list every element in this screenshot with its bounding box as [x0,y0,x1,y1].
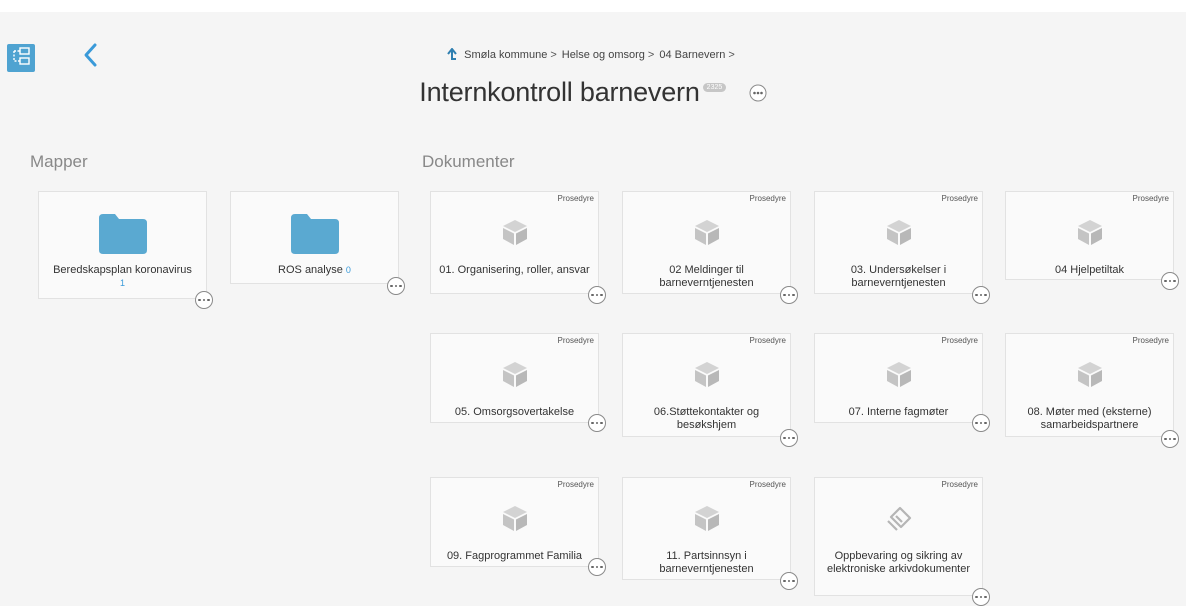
breadcrumb-item[interactable]: Smøla kommune [464,49,547,61]
document-options-button[interactable] [588,286,606,304]
documents-heading: Dokumenter [422,152,515,171]
folder-icon [39,214,206,259]
more-options-icon [749,84,767,106]
document-card[interactable]: Prosedyre 07. Interne fagmøter [814,333,990,432]
box-icon [1006,360,1173,393]
breadcrumb-separator-icon: > [550,49,557,62]
folder-card[interactable]: ROS analyse 0 [230,191,405,295]
arrow-up-icon[interactable] [446,47,458,63]
document-type-label: Prosedyre [749,480,786,489]
folder-name: ROS analyse [278,264,343,276]
document-type-label: Prosedyre [557,194,594,203]
document-title: 05. Omsorgsovertakelse [454,406,575,418]
document-options-button[interactable] [972,414,990,432]
document-title: 03. Undersøkelser i barneverntjenesten [850,264,947,289]
document-id-badge: 2325 [702,83,727,92]
document-card[interactable]: Prosedyre 05. Omsorgsovertakelse [430,333,606,432]
document-options-button[interactable] [780,286,798,304]
box-icon [623,504,790,537]
document-title: 07. Interne fagmøter [848,406,949,418]
breadcrumb-item[interactable]: 04 Barnevern [659,49,725,61]
document-card[interactable]: Prosedyre 01. Organisering, roller, ansv… [430,191,606,304]
document-title: Oppbevaring og sikring av elektroniske a… [826,550,971,575]
document-title: 02 Meldinger til barneverntjenesten [659,264,754,289]
document-type-label: Prosedyre [1132,336,1169,345]
document-type-label: Prosedyre [941,336,978,345]
document-options-button[interactable] [588,558,606,576]
document-options-button[interactable] [972,286,990,304]
document-type-label: Prosedyre [1132,194,1169,203]
archive-icon [815,504,982,539]
folder-count: 0 [345,265,351,275]
document-type-label: Prosedyre [941,480,978,489]
breadcrumb-separator-icon: > [647,49,655,62]
box-icon [815,218,982,251]
box-icon [431,360,598,393]
box-icon [815,360,982,393]
document-options-button[interactable] [588,414,606,432]
folders-heading: Mapper [30,152,88,171]
folder-icon [231,214,398,259]
folder-card[interactable]: Beredskapsplan koronavirus 1 [38,191,213,309]
document-card[interactable]: Prosedyre 08. Møter med (eksterne) samar… [1005,333,1179,448]
folder-name: Beredskapsplan koronavirus [53,264,192,276]
box-icon [431,218,598,251]
document-options-button[interactable] [780,429,798,447]
breadcrumb: Smøla kommune > Helse og omsorg >04 Barneve… [0,47,1186,63]
document-card[interactable]: Prosedyre 03. Undersøkelser i barnevernt… [814,191,990,304]
document-options-button[interactable] [1161,430,1179,448]
document-options-button[interactable] [972,588,990,606]
document-options-button[interactable] [780,572,798,590]
document-type-label: Prosedyre [749,194,786,203]
document-options-button[interactable] [1161,272,1179,290]
page-header: Internkontroll barnevern 2325 [0,77,1186,108]
document-title: 11. Partsinnsyn i barneverntjenesten [659,550,754,575]
document-type-label: Prosedyre [557,480,594,489]
folder-options-button[interactable] [387,277,405,295]
document-title: 01. Organisering, roller, ansvar [439,264,590,276]
breadcrumb-item[interactable]: Helse og omsorg [562,49,645,61]
document-type-label: Prosedyre [749,336,786,345]
box-icon [623,218,790,251]
document-type-label: Prosedyre [941,194,978,203]
document-title: 06.Støttekontakter og besøkshjem [653,406,760,431]
box-icon [623,360,790,393]
document-title: 08. Møter med (eksterne) samarbeidspartn… [1027,406,1152,431]
box-icon [431,504,598,537]
folder-count: 1 [119,278,125,288]
document-card[interactable]: Prosedyre 09. Fagprogrammet Familia [430,477,606,576]
document-card[interactable]: Prosedyre 02 Meldinger til barneverntjen… [622,191,798,304]
document-card[interactable]: Prosedyre Oppbevaring og sikring av elek… [814,477,990,606]
document-type-label: Prosedyre [557,336,594,345]
document-card[interactable]: Prosedyre 11. Partsinnsyn i barneverntje… [622,477,798,590]
document-card[interactable]: Prosedyre 06.Støttekontakter og besøkshj… [622,333,798,447]
page-title: Internkontroll barnevern [419,77,700,107]
box-icon [1006,218,1173,251]
breadcrumb-separator-icon: > [728,49,735,62]
top-strip [0,0,1186,12]
document-title: 04 Hjelpetiltak [1054,264,1125,276]
page-options-button[interactable] [749,84,767,107]
document-card[interactable]: Prosedyre 04 Hjelpetiltak [1005,191,1179,290]
folder-options-button[interactable] [195,291,213,309]
document-title: 09. Fagprogrammet Familia [446,550,583,562]
